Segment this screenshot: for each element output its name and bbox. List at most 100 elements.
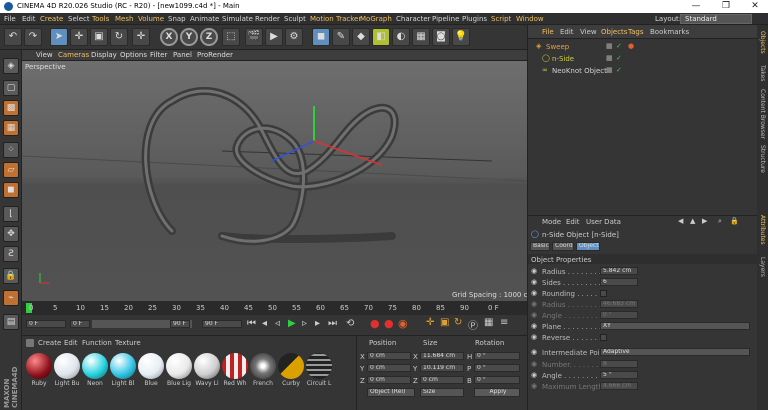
record-icon[interactable]: ● xyxy=(370,317,380,330)
menu-snap[interactable]: Snap xyxy=(168,15,186,23)
next-frame-icon[interactable]: ▹ xyxy=(302,318,307,329)
attr-menu-user-data[interactable]: User Data xyxy=(586,218,621,226)
dock-tab-content-browser[interactable]: Content Browser xyxy=(759,89,766,139)
workplane-grid-icon[interactable]: ▤ xyxy=(3,314,19,330)
dock-tab-layers[interactable]: Layers xyxy=(759,257,766,277)
position-key-icon[interactable]: ✛ xyxy=(426,317,434,328)
obj-menu-file[interactable]: File xyxy=(542,28,554,36)
material-menu-edit[interactable]: Edit xyxy=(64,339,78,347)
menu-plugins[interactable]: Plugins xyxy=(462,15,487,23)
enabled-check-icon[interactable]: ✓ xyxy=(616,54,622,62)
param-radio-icon[interactable]: ◉ xyxy=(531,382,537,390)
menu-mesh[interactable]: Mesh xyxy=(115,15,133,23)
number-field[interactable]: 8 xyxy=(600,360,638,368)
cube-icon[interactable]: ◼ xyxy=(312,28,330,46)
sides-field[interactable]: 6 xyxy=(600,278,638,286)
menu-character[interactable]: Character xyxy=(396,15,431,23)
viewport-menu-display[interactable]: Display xyxy=(91,51,117,59)
timeline-ruler[interactable]: 0 5 10 15 20 25 30 35 40 45 50 55 60 65 … xyxy=(22,301,527,315)
viewport-menu-cameras[interactable]: Cameras xyxy=(58,51,89,59)
interp-angle-field[interactable]: 5 ° xyxy=(600,371,638,379)
maximize-button[interactable]: ❐ xyxy=(716,1,736,11)
pen-icon[interactable]: ✎ xyxy=(332,28,350,46)
param-radio-icon[interactable]: ◉ xyxy=(531,360,537,368)
camera-icon[interactable]: ◙ xyxy=(432,28,450,46)
max-frame-field[interactable]: 90 F xyxy=(202,320,242,328)
menu-edit[interactable]: Edit xyxy=(22,15,36,23)
rot-b-field[interactable]: 0 ° xyxy=(474,376,520,384)
timeline-menu-icon[interactable]: ≡ xyxy=(500,317,508,328)
param-radio-icon[interactable]: ◉ xyxy=(531,333,537,341)
attr-tab-object[interactable]: Object xyxy=(576,242,600,251)
edges-mode-icon[interactable]: ▱ xyxy=(3,162,19,178)
scale-key-icon[interactable]: ▣ xyxy=(440,317,449,328)
current-frame-field[interactable]: 0 F xyxy=(26,320,66,328)
pla-key-icon[interactable]: ▦ xyxy=(484,317,493,328)
dock-tab-takes[interactable]: Takes xyxy=(759,65,766,81)
reverse-checkbox[interactable] xyxy=(600,334,607,341)
object-row-n-side[interactable]: ◯ n-Side ▦ ✓ xyxy=(528,53,758,64)
model-mode-icon[interactable]: ▢ xyxy=(3,80,19,96)
material-menu-function[interactable]: Function xyxy=(82,339,112,347)
rotation-key-icon[interactable]: ↻ xyxy=(454,317,462,328)
maximum-length-field[interactable]: 4.666 cm xyxy=(600,382,638,390)
light-icon[interactable]: 💡 xyxy=(452,28,470,46)
menu-render[interactable]: Render xyxy=(255,15,280,23)
go-to-start-icon[interactable]: ⏮ xyxy=(247,318,256,329)
material-swatch-curby[interactable] xyxy=(278,353,304,379)
rot-h-field[interactable]: 0 ° xyxy=(474,352,520,360)
param-radio-icon[interactable]: ◉ xyxy=(531,348,537,356)
axis-mode-icon[interactable]: ⌊ xyxy=(3,206,19,222)
radius-field[interactable]: 5.842 cm xyxy=(600,267,638,275)
size-z-field[interactable]: 0 cm xyxy=(420,376,464,384)
minimize-button[interactable]: — xyxy=(686,1,706,11)
plane-dropdown[interactable]: XY xyxy=(600,322,750,330)
visibility-toggle-icon[interactable]: ▦ xyxy=(606,42,613,50)
material-menu-create[interactable]: Create xyxy=(38,339,61,347)
mograph-icon[interactable]: ◧ xyxy=(372,28,390,46)
back-arrow-icon[interactable]: ◀ xyxy=(678,217,683,225)
undo-button[interactable]: ↶ xyxy=(4,28,22,46)
start-frame-field[interactable]: 0 F xyxy=(70,320,90,328)
forward-arrow-icon[interactable]: ▶ xyxy=(702,217,707,225)
go-to-end-icon[interactable]: ⏭ xyxy=(328,318,337,329)
render-view-icon[interactable]: 🎬 xyxy=(245,28,263,46)
viewport-menu-panel[interactable]: Panel xyxy=(173,51,192,59)
menu-file[interactable]: File xyxy=(4,15,16,23)
attr-tab-basic[interactable]: Basic xyxy=(530,242,550,251)
up-arrow-icon[interactable]: ▲ xyxy=(690,217,695,225)
rotate-icon[interactable]: ↻ xyxy=(110,28,128,46)
enabled-check-icon[interactable]: ✓ xyxy=(616,42,622,50)
visibility-toggle-icon[interactable]: ▦ xyxy=(606,54,613,62)
material-menu-texture[interactable]: Texture xyxy=(115,339,141,347)
param-radio-icon[interactable]: ◉ xyxy=(531,278,537,286)
material-swatch-wavy-li[interactable] xyxy=(194,353,220,379)
pos-z-field[interactable]: 0 cm xyxy=(367,376,411,384)
dock-tab-attributes[interactable]: Attributes xyxy=(759,215,766,245)
param-radio-icon[interactable]: ◉ xyxy=(531,300,537,308)
solo-icon[interactable]: 🔒 xyxy=(3,268,19,284)
points-mode-icon[interactable]: ⁘ xyxy=(3,142,19,158)
material-swatch-light-bl[interactable] xyxy=(110,353,136,379)
play-icon[interactable]: ▶ xyxy=(288,318,296,329)
obj-menu-tags[interactable]: Tags xyxy=(628,28,644,36)
snap-icon[interactable]: Ƨ xyxy=(3,246,19,262)
object-row-neoknot[interactable]: ∞ NeoKnot Object ▦ ✓ xyxy=(528,65,758,76)
deformer-icon[interactable]: ◐ xyxy=(392,28,410,46)
param-radio-icon[interactable]: ◉ xyxy=(531,311,537,319)
menu-create[interactable]: Create xyxy=(40,15,63,23)
viewport-menu-view[interactable]: View xyxy=(36,51,53,59)
make-editable-icon[interactable]: ◈ xyxy=(3,58,19,74)
coordinate-mode-dropdown[interactable]: Object (Rel) xyxy=(367,388,415,397)
size-mode-dropdown[interactable]: Size xyxy=(420,388,464,397)
coordinate-system-icon[interactable]: ⬚ xyxy=(222,28,240,46)
menu-tools[interactable]: Tools xyxy=(92,15,109,23)
param-key-icon[interactable]: Ⓟ xyxy=(468,317,478,332)
redo-button[interactable]: ↷ xyxy=(24,28,42,46)
prev-frame-icon[interactable]: ◃ xyxy=(275,318,280,329)
end-frame-field[interactable]: 90 F xyxy=(170,320,190,328)
menu-script[interactable]: Script xyxy=(491,15,511,23)
next-key-icon[interactable]: ▸ xyxy=(315,318,320,329)
object-row-sweep[interactable]: ◈ Sweep ▦ ✓ ● xyxy=(528,41,758,52)
material-swatch-neon[interactable] xyxy=(82,353,108,379)
